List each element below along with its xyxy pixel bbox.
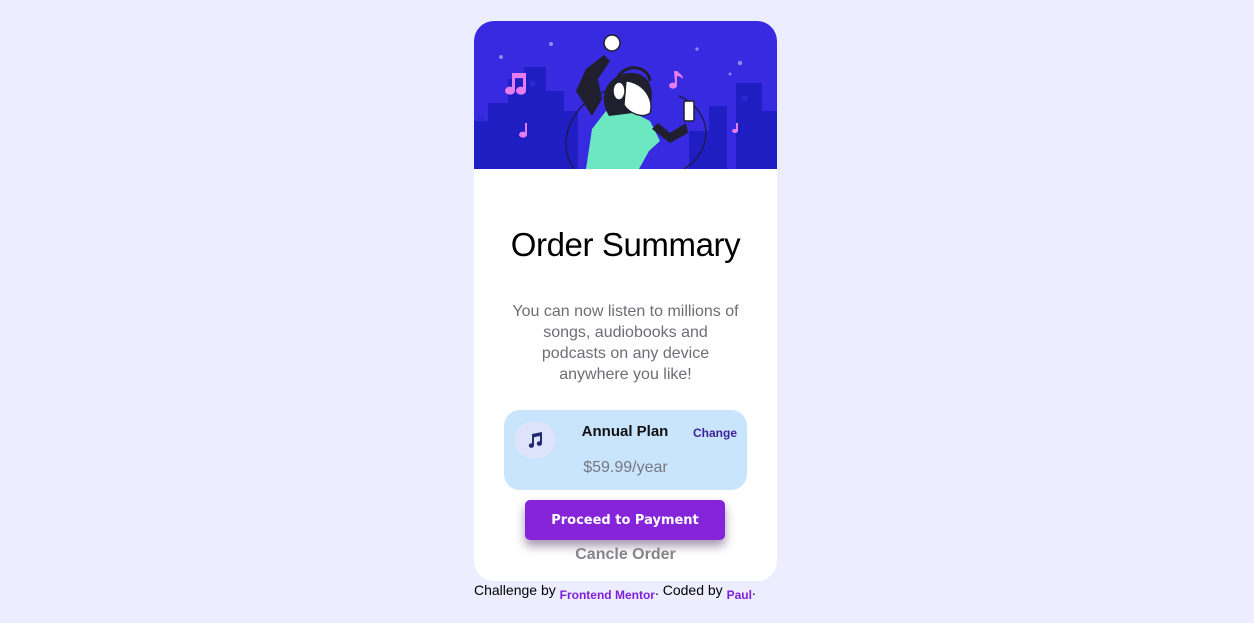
cancel-order-button[interactable]: Cancle Order [474,546,777,564]
page-title: Order Summary [510,226,741,263]
plan-price: $59.99/year [583,459,668,476]
order-summary-card: Order Summary You can now listen to mill… [474,21,777,581]
coded-prefix: Coded by [662,582,723,598]
plan-name: Annual Plan [581,423,669,440]
change-plan-link[interactable]: Change [693,426,737,440]
plan-box: Annual Plan Change $59.99/year [504,410,747,490]
frontend-mentor-link[interactable]: Frontend Mentor [560,588,655,602]
attribution-end: . [751,582,756,598]
attribution-separator: . [654,582,659,598]
attribution: Challenge by Frontend Mentor. Coded by P… [474,582,756,602]
proceed-to-payment-button[interactable]: Proceed to Payment [525,500,725,540]
challenge-prefix: Challenge by [474,582,556,598]
music-note-icon [514,421,556,459]
summary-description: You can now listen to millions of songs,… [512,303,739,383]
hero-illustration [474,21,777,169]
author-link[interactable]: Paul [727,588,752,602]
